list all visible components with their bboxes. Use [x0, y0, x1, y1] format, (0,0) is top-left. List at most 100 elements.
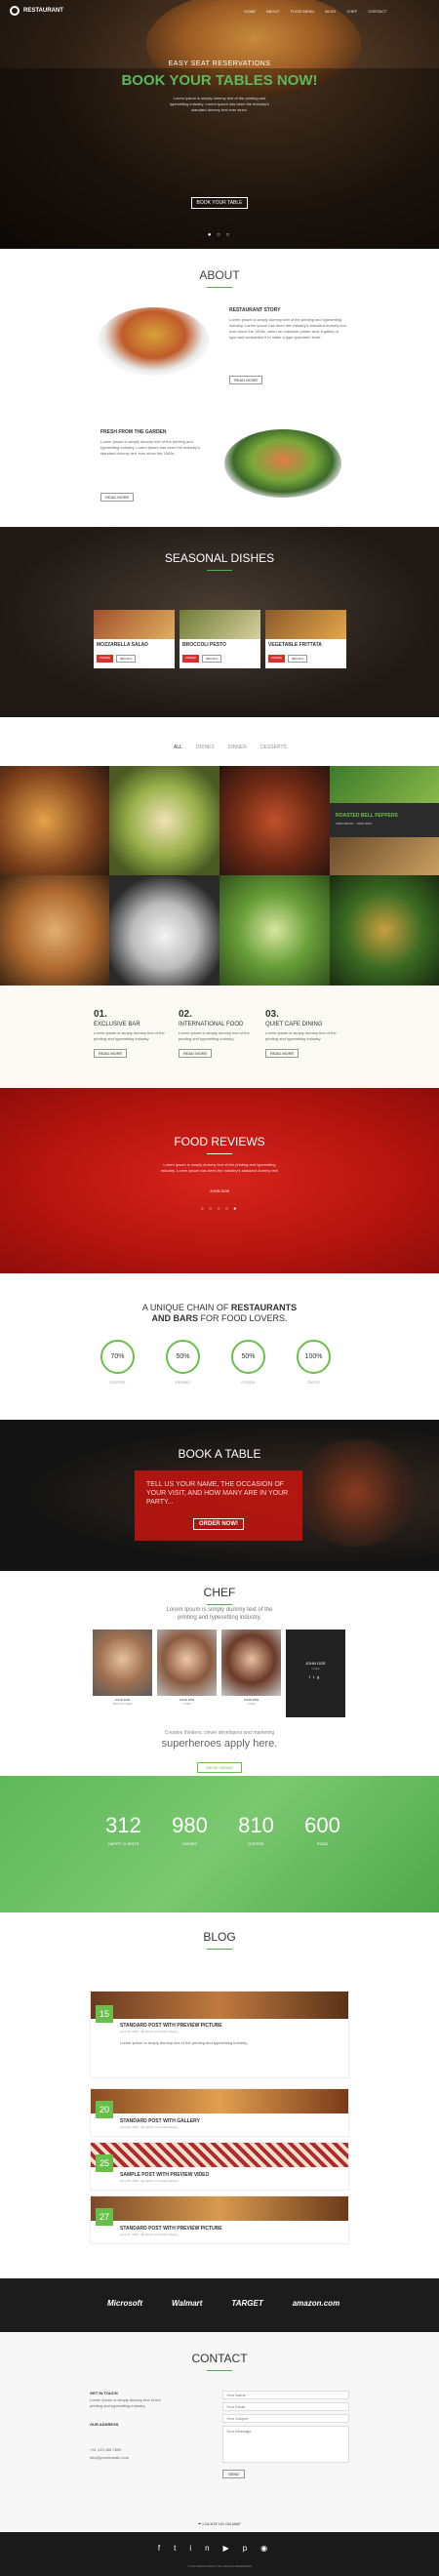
counter-label: DISHES	[182, 1841, 197, 1846]
contact-form: SEND	[222, 2391, 349, 2480]
nav-item-menu[interactable]: FOOD MENU	[291, 9, 314, 14]
contact-email[interactable]: info@yourdomain.com	[90, 2455, 129, 2460]
chain-bold1: RESTAURANTS	[230, 1303, 298, 1312]
blog-section: BLOG 15 STANDARD POST WITH PREVIEW PICTU…	[0, 1912, 439, 2278]
google-plus-icon[interactable]: g	[317, 1674, 322, 1679]
feature-button[interactable]: READ MORE	[265, 1049, 299, 1058]
feature-item: 03. QUIET CAFE DINING Lorem Ipsum is sim…	[265, 1009, 343, 1060]
blog-post[interactable]: 20 STANDARD POST WITH GALLERY June 20, 2…	[90, 2088, 349, 2137]
blog-post[interactable]: 15 STANDARD POST WITH PREVIEW PICTURE Ju…	[90, 1991, 349, 2078]
details-button[interactable]: DETAILS	[287, 655, 308, 663]
chef-photo	[221, 1630, 281, 1696]
nav-item-chef[interactable]: CHEF	[346, 9, 357, 14]
dish-photo	[265, 610, 346, 639]
email-field[interactable]	[222, 2402, 349, 2411]
stat-item: 50% FOODS	[231, 1340, 265, 1385]
chain-heading: A UNIQUE CHAIN OF RESTAURANTS AND BARS F…	[0, 1303, 439, 1324]
stat-circles: 70% COFFEE 50% DRINKS 50% FOODS 100% TAS…	[100, 1340, 331, 1385]
post-title: SAMPLE POST WITH PREVIEW VIDEO	[120, 2172, 210, 2178]
amazon-logo[interactable]: amazon.com	[293, 2299, 339, 2308]
garden-text: Lorem Ipsum is simply dummy text of the …	[100, 439, 200, 456]
dish-card[interactable]: MOZZARELLA SALAD ORDER DETAILS	[94, 610, 175, 668]
hero-kicker: EASY SEAT RESERVATIONS	[168, 60, 271, 67]
post-title: STANDARD POST WITH PREVIEW PICTURE	[120, 2023, 222, 2029]
dish-actions: ORDER DETAILS	[265, 648, 346, 663]
dish-name: MOZZARELLA SALAD	[97, 642, 148, 648]
nav-item-blog[interactable]: BLOG	[325, 9, 336, 14]
story-button[interactable]: READ MORE	[229, 376, 263, 384]
chef-role: CHEF	[182, 1702, 191, 1706]
counter-value: 600	[304, 1813, 340, 1837]
pinterest-icon[interactable]: p	[243, 2544, 260, 2553]
chef-card[interactable]: JOHN DOE SENIOR CHEF	[93, 1630, 152, 1717]
twitter-icon[interactable]: t	[174, 2544, 189, 2553]
gallery-item[interactable]	[109, 875, 220, 986]
client-logos: Microsoft Walmart TARGET amazon.com	[107, 2299, 339, 2308]
order-button[interactable]: ORDER	[182, 655, 199, 663]
filter-dinner[interactable]: DINNER	[228, 745, 247, 750]
filter-all[interactable]: ALL	[174, 745, 182, 750]
map-link[interactable]: LOCATE US ON MAP	[202, 2521, 240, 2526]
rss-icon[interactable]: ◉	[260, 2544, 281, 2553]
nav-item-about[interactable]: ABOUT	[266, 9, 280, 14]
chef-card[interactable]: JOHN DOE CHEF	[221, 1630, 281, 1717]
chef-rule	[207, 1601, 232, 1605]
gallery-item[interactable]	[0, 766, 109, 875]
blog-post[interactable]: 25 SAMPLE POST WITH PREVIEW VIDEO June 2…	[90, 2142, 349, 2191]
story-text: Lorem Ipsum is simply dummy text of the …	[229, 317, 346, 340]
chain-line2: AND BARS	[151, 1313, 198, 1323]
nav-menu: HOME ABOUT FOOD MENU BLOG CHEF CONTACT	[244, 9, 386, 14]
filter-drinks[interactable]: DRINKS	[196, 745, 215, 750]
feature-text: Lorem Ipsum is simply dummy text of the …	[265, 1030, 337, 1041]
subject-field[interactable]	[222, 2414, 349, 2423]
microsoft-logo[interactable]: Microsoft	[107, 2299, 142, 2308]
gallery-item[interactable]	[0, 875, 109, 986]
hero-dots: ● ○ ○	[207, 232, 232, 238]
story-title: RESTAURANT STORY	[229, 307, 281, 313]
brand-name[interactable]: RESTAURANT	[23, 8, 63, 14]
gallery-item[interactable]	[220, 766, 330, 875]
counter-item: 312 HAPPY CLIENTS	[98, 1813, 149, 1846]
details-button[interactable]: DETAILS	[115, 655, 137, 663]
chain-line1: A UNIQUE CHAIN OF	[141, 1303, 231, 1312]
target-logo[interactable]: TARGET	[231, 2299, 262, 2308]
book-table-button[interactable]: BOOK YOUR TABLE	[190, 197, 249, 209]
message-field[interactable]	[222, 2426, 349, 2463]
filter-desserts[interactable]: DESSERTS	[260, 745, 287, 750]
contact-heading: GET IN TOUCH	[90, 2391, 118, 2395]
blog-post[interactable]: 27 STANDARD POST WITH PREVIEW PICTURE Ju…	[90, 2195, 349, 2244]
walmart-logo[interactable]: Walmart	[172, 2299, 202, 2308]
chef-card-hover[interactable]: JOHN DOE CHEF ftg	[286, 1630, 345, 1717]
garden-button[interactable]: READ MORE	[100, 493, 135, 502]
nav-item-home[interactable]: HOME	[244, 9, 256, 14]
facebook-icon[interactable]: f	[158, 2544, 174, 2553]
review-dots[interactable]: ○ ○ ○ ○ ●	[0, 1206, 439, 1212]
post-date: 25	[96, 2154, 113, 2172]
order-button[interactable]: ORDER	[97, 655, 113, 663]
gallery-item[interactable]	[109, 766, 220, 875]
details-button[interactable]: DETAILS	[201, 655, 222, 663]
chef-card[interactable]: JOHN DOE CHEF	[157, 1630, 217, 1717]
nav-item-contact[interactable]: CONTACT	[368, 9, 386, 14]
chef-social: ftg	[286, 1674, 345, 1679]
gallery-item[interactable]	[220, 875, 330, 986]
counter-label: HAPPY CLIENTS	[107, 1841, 140, 1846]
name-field[interactable]	[222, 2391, 349, 2399]
feature-button[interactable]: READ MORE	[94, 1049, 128, 1058]
youtube-icon[interactable]: ▶	[223, 2544, 243, 2553]
gallery-item-featured[interactable]: ROASTED BELL PEPPERS VIEW DETAIL · VIEW …	[330, 766, 439, 875]
dish-card[interactable]: VEGETABLE FRITTATA ORDER DETAILS	[265, 610, 346, 668]
counter-item: 600 PIZZA	[297, 1813, 348, 1846]
linkedin-icon[interactable]: in	[189, 2544, 222, 2553]
contact-intro: Lorem Ipsum is simply dummy text of the …	[90, 2397, 161, 2408]
dish-card[interactable]: BROCCOLI PESTO ORDER DETAILS	[180, 610, 260, 668]
counters-section: 312 HAPPY CLIENTS 980 DISHES 810 COFFEE …	[0, 1776, 439, 1912]
send-button[interactable]: SEND	[222, 2470, 246, 2478]
feature-button[interactable]: READ MORE	[179, 1049, 213, 1058]
counter-value: 312	[105, 1813, 141, 1837]
order-now-button[interactable]: ORDER NOW!	[193, 1518, 244, 1530]
order-button[interactable]: ORDER	[268, 655, 285, 663]
book-title: BOOK A TABLE	[178, 1447, 261, 1461]
gallery-item[interactable]	[330, 875, 439, 986]
hiring-button[interactable]: WE'RE HIRING	[197, 1762, 242, 1773]
